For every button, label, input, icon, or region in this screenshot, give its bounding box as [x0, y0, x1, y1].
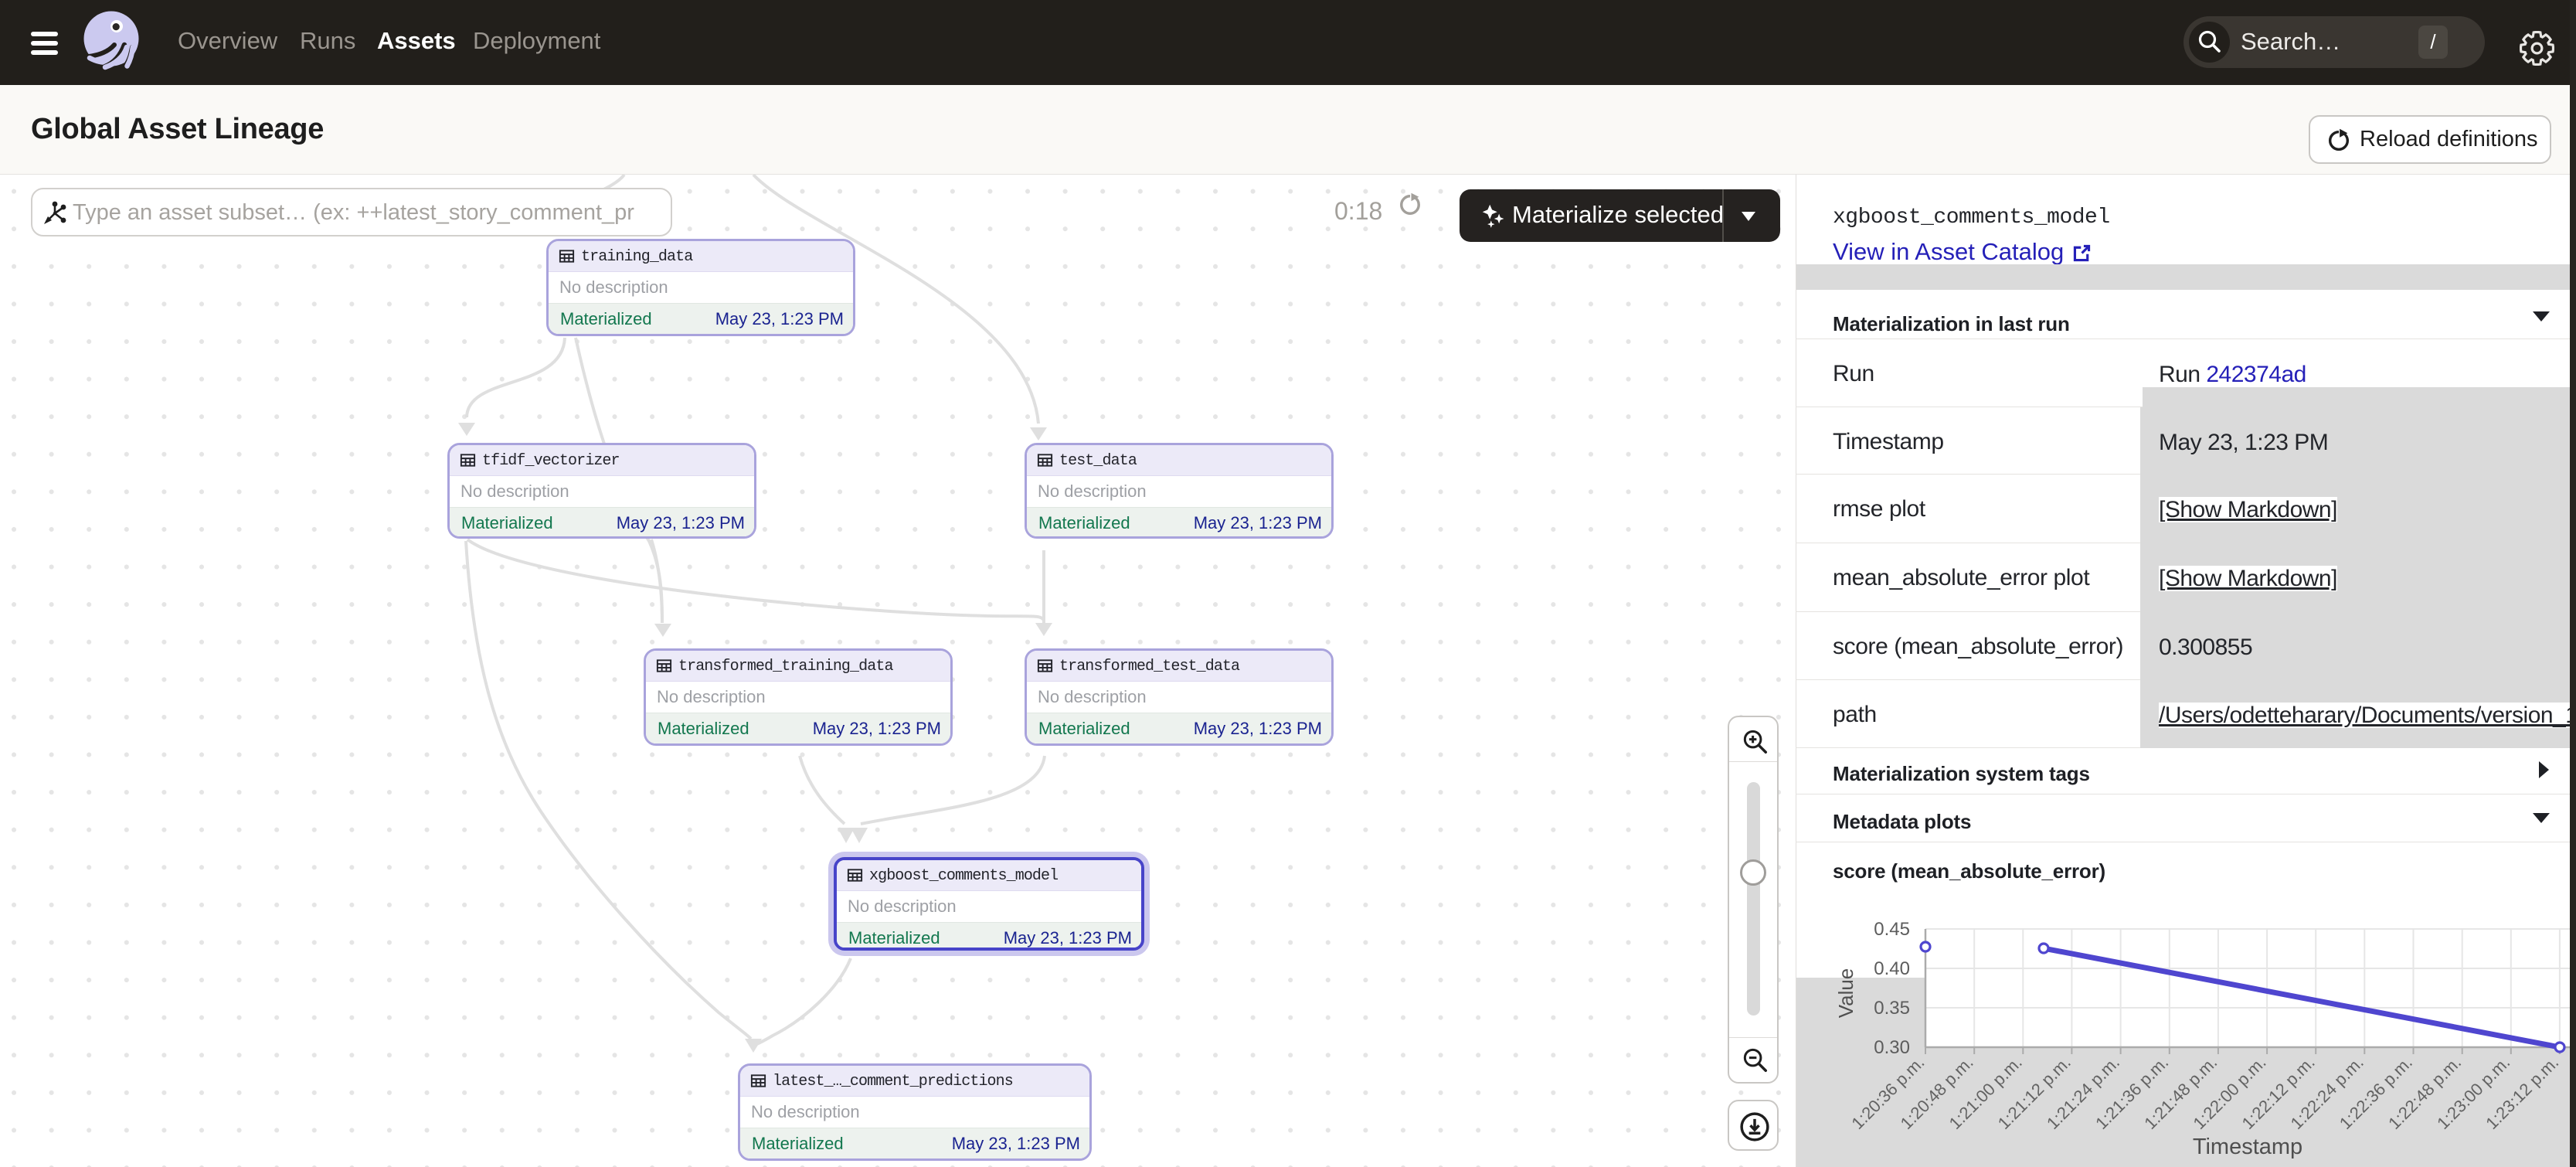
- svg-text:Value: Value: [1834, 968, 1857, 1019]
- svg-text:0.40: 0.40: [1874, 958, 1910, 979]
- svg-text:0.45: 0.45: [1874, 919, 1910, 940]
- svg-text:Timestamp: Timestamp: [2193, 1135, 2302, 1159]
- svg-text:0.30: 0.30: [1874, 1037, 1910, 1058]
- svg-text:0.35: 0.35: [1874, 998, 1910, 1019]
